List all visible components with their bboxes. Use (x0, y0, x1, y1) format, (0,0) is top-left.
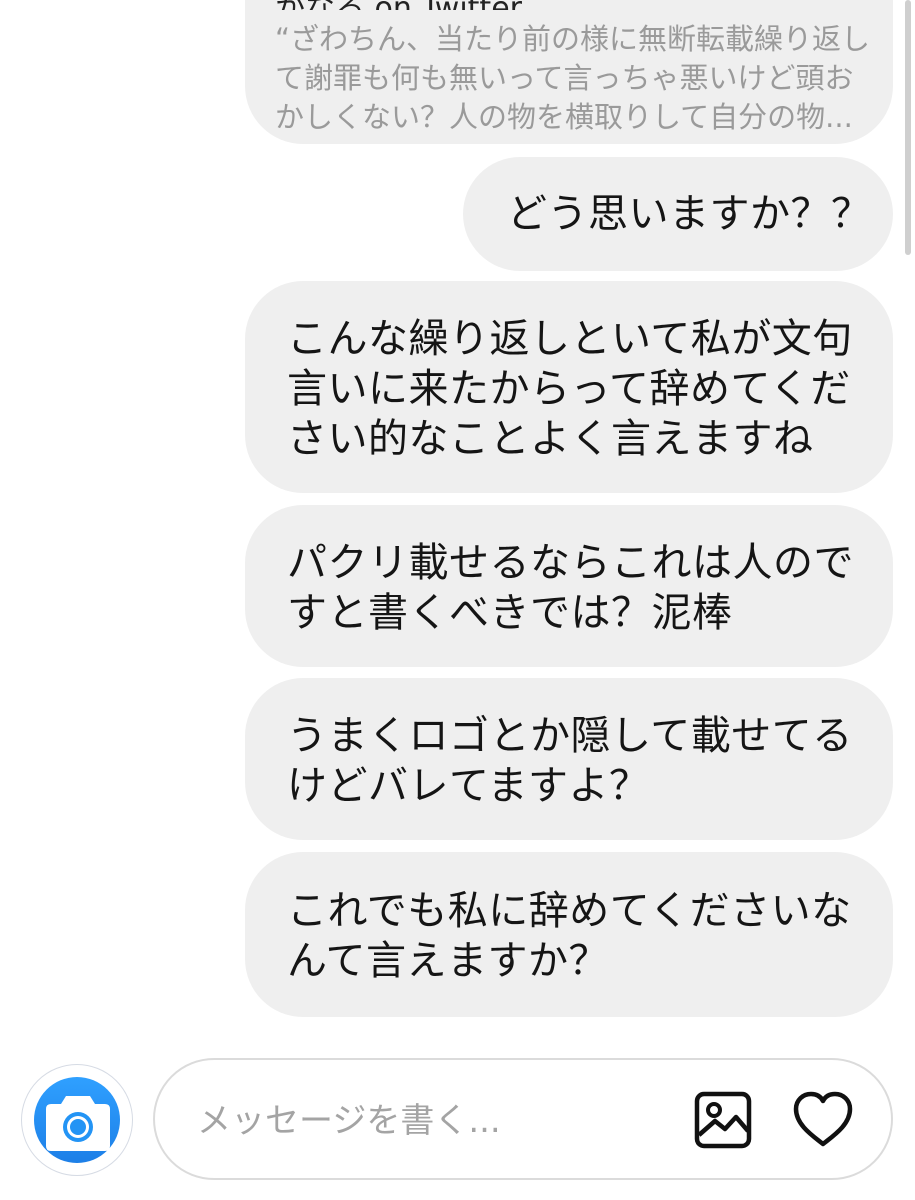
message-text: こんな繰り返しといて私が文句 言いに来たからって辞めてくだ さい的なことよく言え… (287, 316, 853, 462)
message-bubble[interactable]: パクリ載せるならこれは人ので すと書くべきでは？泥棒 (245, 505, 893, 667)
image-gallery-icon[interactable] (693, 1090, 753, 1150)
camera-icon (46, 1096, 110, 1151)
scrollbar-thumb[interactable] (905, 0, 911, 255)
camera-button[interactable] (21, 1064, 133, 1176)
message-thread: かなる on Twitter “ざわちん、当たり前の様に無断転載繰り返し て謝罪… (0, 0, 915, 1040)
shared-post-source: かなる on Twitter (275, 0, 522, 10)
message-text: どう思いますか？？ (507, 191, 872, 237)
message-bubble[interactable]: どう思いますか？？ (463, 157, 893, 271)
message-text: これでも私に辞めてくださいな んて言えますか？ (287, 888, 852, 984)
message-input[interactable] (195, 1090, 669, 1152)
shared-post-quote: “ざわちん、当たり前の様に無断転載繰り返し て謝罪も何も無いって言っちゃ悪いけど… (275, 22, 871, 134)
message-text: うまくロゴとか隠して載せてる けどバレてますよ？ (287, 713, 853, 809)
heart-icon[interactable] (791, 1088, 855, 1152)
message-bubble[interactable]: これでも私に辞めてくださいな んて言えますか？ (245, 852, 893, 1017)
message-input-container (153, 1058, 893, 1180)
shared-post-preview[interactable]: かなる on Twitter “ざわちん、当たり前の様に無断転載繰り返し て謝罪… (245, 0, 893, 144)
message-text: パクリ載せるならこれは人ので すと書くべきでは？泥棒 (287, 540, 854, 636)
message-bubble[interactable]: こんな繰り返しといて私が文句 言いに来たからって辞めてくだ さい的なことよく言え… (245, 281, 893, 493)
message-bubble[interactable]: うまくロゴとか隠して載せてる けどバレてますよ？ (245, 678, 893, 840)
message-composer (0, 1040, 915, 1200)
